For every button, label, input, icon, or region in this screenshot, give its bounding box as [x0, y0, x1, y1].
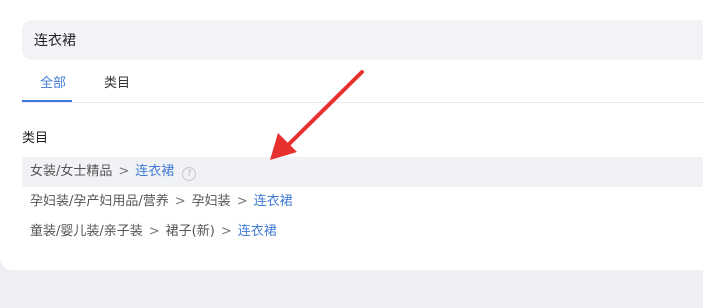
category-path-segment: 女装/女士精品 [30, 164, 113, 179]
question-circle-icon[interactable]: ? [182, 167, 197, 181]
category-result-item[interactable]: 女装/女士精品 > 连衣裙? [22, 157, 703, 187]
category-leaf: 连衣裙 [135, 164, 175, 179]
tab-bar: 全部 类目 [22, 62, 703, 103]
tab-all[interactable]: 全部 [40, 72, 66, 91]
path-separator: > [148, 224, 160, 239]
search-input-value: 连衣裙 [34, 33, 76, 49]
search-input[interactable]: 连衣裙 [22, 20, 703, 60]
section-title: 类目 [22, 131, 49, 146]
search-results-panel: 连衣裙 全部 类目 类目 女装/女士精品 > 连衣裙? 孕妇装/孕产妇用品/营养 > 孕… [0, 0, 703, 270]
path-separator: > [174, 194, 186, 209]
path-separator: > [118, 164, 130, 179]
category-leaf: 连衣裙 [237, 224, 277, 239]
active-tab-indicator [22, 100, 72, 102]
category-result-item[interactable]: 孕妇装/孕产妇用品/营养 > 孕妇装 > 连衣裙 [22, 187, 703, 217]
category-result-item[interactable]: 童装/婴儿装/亲子装 > 裙子(新) > 连衣裙 [22, 217, 703, 247]
path-separator: > [220, 224, 232, 239]
category-path-segment: 孕妇装/孕产妇用品/营养 [30, 194, 169, 209]
category-path-segment: 童装/婴儿装/亲子装 [30, 224, 143, 239]
path-separator: > [236, 194, 248, 209]
category-leaf: 连衣裙 [253, 194, 293, 209]
category-path-segment: 孕妇装 [191, 194, 231, 209]
tab-category[interactable]: 类目 [104, 72, 130, 91]
category-path-segment: 裙子(新) [165, 224, 215, 239]
